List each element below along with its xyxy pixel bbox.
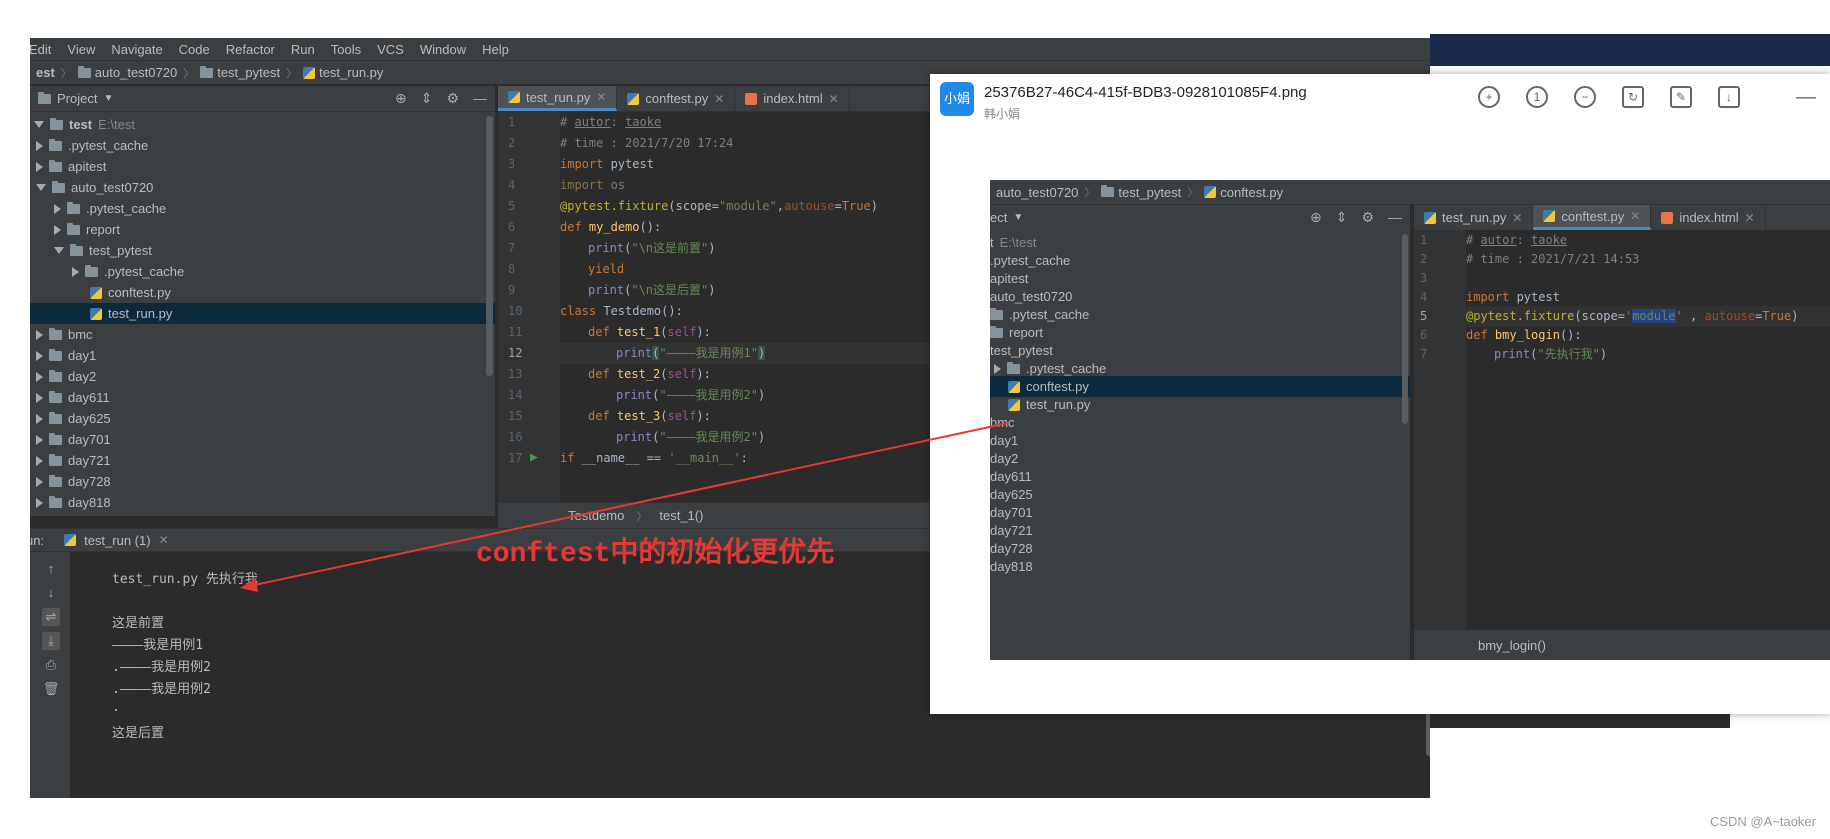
arrow-head (240, 578, 258, 592)
annotation-text: conftest中的初始化更优先 (476, 539, 835, 570)
watermark: CSDN @A~taoker (1709, 814, 1816, 829)
annotation-arrow (240, 422, 1009, 592)
